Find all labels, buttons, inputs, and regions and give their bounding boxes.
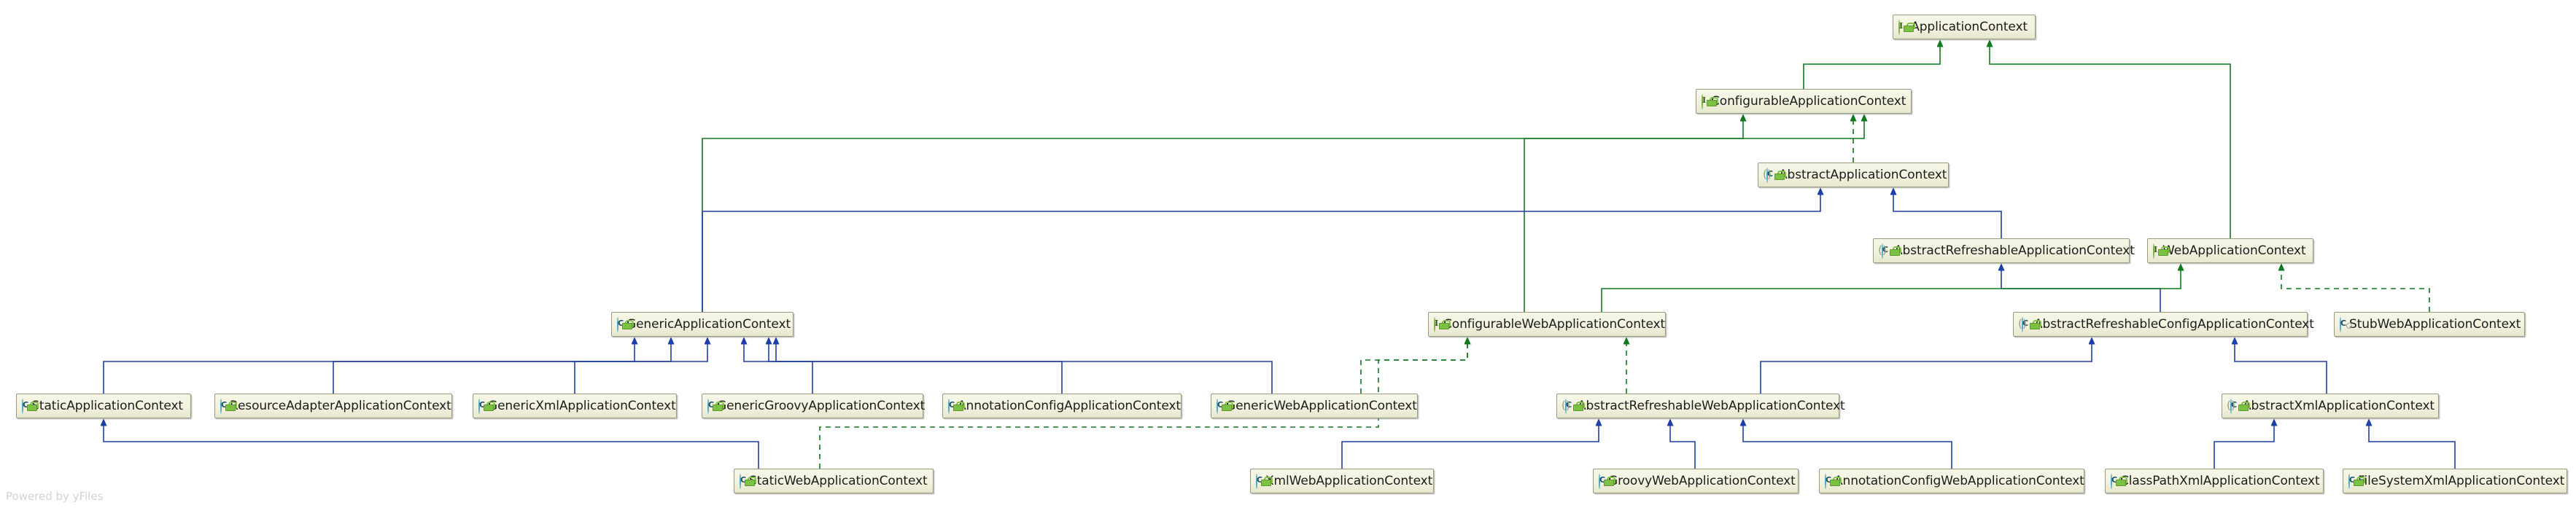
interface-icon [1702,93,1703,109]
class-node-GenericWebApplicationContext[interactable]: GenericWebApplicationContext [1211,394,1418,418]
class-node-ClassPathXmlApplicationContext[interactable]: ClassPathXmlApplicationContext [2105,469,2324,493]
abstract-class-icon [1561,398,1570,414]
edge-realization [1360,338,1467,394]
class-node-ConfigurableApplicationContext[interactable]: ConfigurableApplicationContext [1696,89,1912,114]
edge-inheritance [2214,420,2274,469]
class-icon [707,398,709,414]
class-node-AbstractRefreshableConfigApplicationContext[interactable]: AbstractRefreshableConfigApplicationCont… [2013,312,2314,337]
class-node-AbstractApplicationContext[interactable]: AbstractApplicationContext [1758,163,1949,187]
class-icon [2340,316,2341,332]
class-node-label: WebApplicationContext [2162,243,2306,258]
abstract-class-icon [1878,243,1887,259]
interface-icon [2153,243,2154,259]
edge-realization [702,115,1743,312]
class-node-StaticWebApplicationContext[interactable]: StaticWebApplicationContext [734,469,934,493]
class-node-label: StaticWebApplicationContext [749,473,928,488]
class-node-label: AbstractRefreshableWebApplicationContext [1578,398,1845,413]
class-node-AnnotationConfigWebApplicationContext[interactable]: AnnotationConfigWebApplicationContext [1819,469,2084,493]
edge-realization [2281,265,2430,312]
edge-realization [1524,115,1864,312]
class-node-FileSystemXmlApplicationContext[interactable]: FileSystemXmlApplicationContext [2343,469,2567,493]
class-node-label: ApplicationContext [1911,19,2028,34]
edge-inheritance [2369,420,2456,469]
edge-inheritance [702,189,1820,312]
edge-inheritance [2235,338,2327,394]
edge-inheritance [103,338,635,394]
class-node-label: FileSystemXmlApplicationContext [2358,473,2565,488]
class-node-AnnotationConfigApplicationContext[interactable]: AnnotationConfigApplicationContext [942,394,1182,418]
edge-inheritance [1893,189,2002,238]
class-node-label: GenericXmlApplicationContext [488,398,676,413]
class-node-label: AnnotationConfigApplicationContext [958,398,1181,413]
class-icon [2111,473,2112,489]
edge-inheritance [333,338,671,394]
class-node-label: GenericWebApplicationContext [1226,398,1417,413]
class-node-label: AbstractApplicationContext [1779,167,1947,182]
class-icon [478,398,480,414]
interface-icon [1434,316,1435,332]
edge-inheritance [574,338,707,394]
edge-inheritance [1760,338,2092,394]
edge-inheritance [1341,420,1599,469]
class-node-label: ConfigurableApplicationContext [1711,93,1906,109]
class-icon [1217,398,1218,414]
public-unlock-icon [1904,22,1915,32]
edge-inheritance [769,338,1273,394]
class-node-label: XmlWebApplicationContext [1265,473,1433,488]
class-node-label: ClassPathXmlApplicationContext [2120,473,2320,488]
class-icon [948,398,950,414]
edge-realization [1990,41,2231,238]
class-node-ConfigurableWebApplicationContext[interactable]: ConfigurableWebApplicationContext [1428,312,1666,337]
class-node-AbstractRefreshableWebApplicationContext[interactable]: AbstractRefreshableWebApplicationContext [1556,394,1845,418]
class-icon [1599,473,1600,489]
class-node-GenericApplicationContext[interactable]: GenericApplicationContext [611,312,794,337]
class-icon [2348,473,2350,489]
edge-realization [1803,41,1940,89]
class-node-label: GenericGroovyApplicationContext [717,398,926,413]
class-icon [1256,473,1257,489]
edge-inheritance [1670,420,1696,469]
abstract-class-icon [2227,398,2235,414]
class-node-ResourceAdapterApplicationContext[interactable]: ResourceAdapterApplicationContext [214,394,452,418]
class-node-GroovyWebApplicationContext[interactable]: GroovyWebApplicationContext [1593,469,1799,493]
edge-inheritance [776,338,1063,394]
class-node-StubWebApplicationContext[interactable]: StubWebApplicationContext [2334,312,2525,337]
class-icon [22,398,23,414]
class-node-XmlWebApplicationContext[interactable]: XmlWebApplicationContext [1250,469,1434,493]
class-node-label: StubWebApplicationContext [2349,316,2521,332]
class-icon [1825,473,1826,489]
edge-inheritance [744,338,813,394]
edge-inheritance [1743,420,1952,469]
class-node-StaticApplicationContext[interactable]: StaticApplicationContext [16,394,191,418]
class-node-label: GroovyWebApplicationContext [1608,473,1796,488]
edge-realization [1601,265,2181,312]
class-node-label: AbstractXmlApplicationContext [2243,398,2435,413]
class-node-GenericXmlApplicationContext[interactable]: GenericXmlApplicationContext [473,394,677,418]
class-node-ApplicationContext[interactable]: ApplicationContext [1893,15,2036,39]
class-node-WebApplicationContext[interactable]: WebApplicationContext [2147,238,2313,263]
yfiles-watermark: Powered by yFiles [6,490,104,503]
class-node-label: GenericApplicationContext [626,316,791,332]
class-icon [617,316,618,332]
class-node-label: ConfigurableWebApplicationContext [1443,316,1666,332]
class-icon [740,473,741,489]
class-node-label: ResourceAdapterApplicationContext [230,398,451,413]
edge-inheritance [104,420,759,469]
class-icon [220,398,222,414]
class-node-label: AnnotationConfigWebApplicationContext [1834,473,2084,488]
interface-icon [1898,19,1900,35]
abstract-class-icon [1763,167,1772,183]
class-node-label: StaticApplicationContext [31,398,183,413]
abstract-class-icon [2018,316,2027,332]
class-node-AbstractRefreshableApplicationContext[interactable]: AbstractRefreshableApplicationContext [1873,238,2135,263]
class-node-GenericGroovyApplicationContext[interactable]: GenericGroovyApplicationContext [702,394,926,418]
class-node-AbstractXmlApplicationContext[interactable]: AbstractXmlApplicationContext [2222,394,2439,418]
class-node-label: AbstractRefreshableApplicationContext [1894,243,2135,258]
class-node-label: AbstractRefreshableConfigApplicationCont… [2034,316,2314,332]
class-diagram-canvas: ApplicationContext ConfigurableApplicatio… [0,0,2576,516]
